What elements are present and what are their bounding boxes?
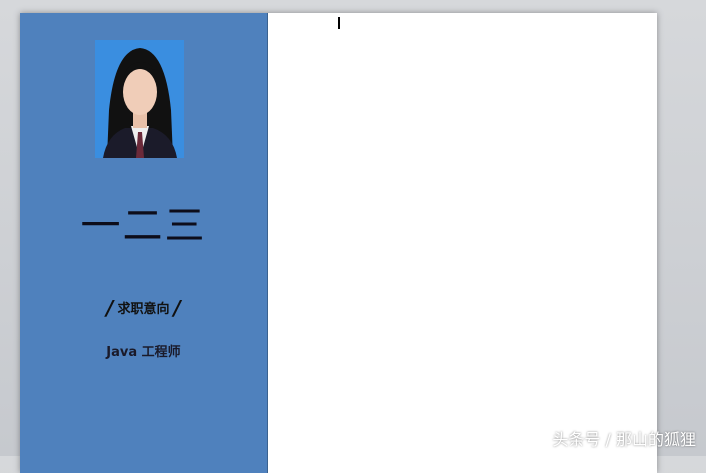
slash-left: / xyxy=(106,296,114,320)
slash-right: / xyxy=(173,296,181,320)
job-title: Java 工程师 xyxy=(106,345,181,360)
resume-sidebar: 一二三 / 求职意向 / Java 工程师 xyxy=(20,13,268,473)
candidate-name: 一二三 xyxy=(80,203,207,249)
document-page[interactable]: 一二三 / 求职意向 / Java 工程师 xyxy=(20,13,657,473)
job-intent-heading: / 求职意向 / xyxy=(20,296,267,320)
text-cursor xyxy=(338,17,340,29)
watermark: 头条号 / 那山的狐狸 xyxy=(552,430,696,449)
profile-photo xyxy=(95,40,184,158)
job-intent-label: 求职意向 xyxy=(117,302,170,317)
